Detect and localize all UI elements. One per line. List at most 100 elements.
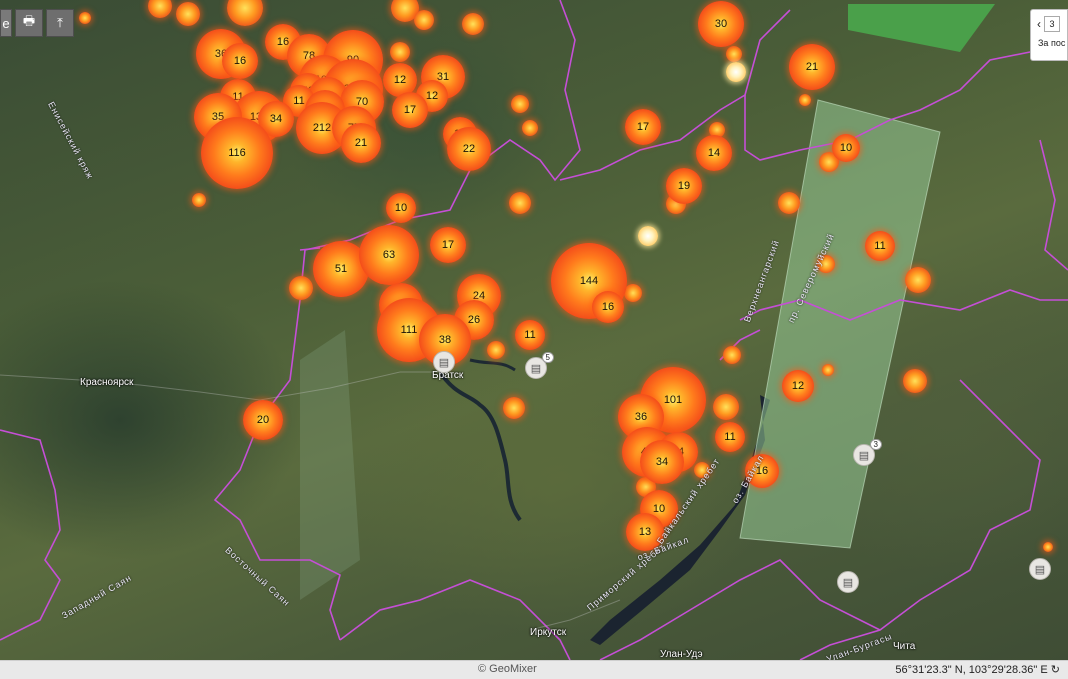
- fire-cluster[interactable]: 63: [359, 225, 419, 285]
- fire-cluster[interactable]: 12: [782, 370, 814, 402]
- fire-cluster[interactable]: 21: [789, 44, 835, 90]
- fire-hotspot[interactable]: [822, 364, 834, 376]
- fire-cluster[interactable]: 10: [832, 134, 860, 162]
- fire-cluster-count: 14: [707, 147, 721, 159]
- fire-cluster-count: 26: [467, 314, 481, 326]
- fire-cluster-count: 38: [438, 334, 452, 346]
- refresh-icon[interactable]: ↻: [1051, 664, 1060, 676]
- share-button[interactable]: ⤒: [46, 9, 74, 37]
- fire-cluster[interactable]: 14: [696, 135, 732, 171]
- fire-cluster[interactable]: 34: [640, 440, 684, 484]
- river-segment: [469, 358, 516, 372]
- fire-cluster-count: 17: [403, 104, 417, 116]
- doc-marker-3[interactable]: ▤ 3: [853, 439, 882, 466]
- cut-button[interactable]: e: [0, 9, 12, 37]
- fire-cluster-count: 12: [393, 74, 407, 86]
- city-label: Чита: [893, 641, 916, 652]
- fire-hotspot[interactable]: [713, 394, 739, 420]
- fire-cluster[interactable]: 19: [666, 168, 702, 204]
- copyright-text: © GeoMixer: [478, 663, 537, 675]
- fire-hotspot[interactable]: [487, 341, 505, 359]
- fire-cluster-count: 11: [524, 329, 536, 341]
- fire-cluster-count: 12: [791, 380, 805, 392]
- fire-hotspot[interactable]: [511, 95, 529, 113]
- fire-hotspot[interactable]: [289, 276, 313, 300]
- fire-cluster[interactable]: 22: [447, 127, 491, 171]
- fire-cluster-count: 36: [634, 411, 648, 423]
- fire-hotspot[interactable]: [903, 369, 927, 393]
- fire-hotspot[interactable]: [503, 397, 525, 419]
- fire-hotspot[interactable]: [390, 42, 410, 62]
- fire-hotspot[interactable]: [799, 94, 811, 106]
- fire-hotspot[interactable]: [1043, 542, 1053, 552]
- fire-cluster-count: 10: [652, 503, 666, 515]
- fire-cluster-count: 12: [425, 90, 439, 102]
- document-icon: ▤: [842, 576, 854, 589]
- fire-cluster[interactable]: 17: [625, 109, 661, 145]
- fire-hotspot[interactable]: [778, 192, 800, 214]
- fire-hotspot[interactable]: [176, 2, 200, 26]
- fire-cluster-count: 22: [462, 143, 476, 155]
- timeline-value[interactable]: 3: [1044, 16, 1060, 32]
- fire-hotspot[interactable]: [522, 120, 538, 136]
- fire-cluster-count: 11: [874, 240, 886, 252]
- fire-cluster[interactable]: 10: [386, 193, 416, 223]
- fire-hotspot[interactable]: [192, 193, 206, 207]
- fire-cluster-count: 20: [256, 414, 270, 426]
- timeline-panel[interactable]: ‹ 3 За пос: [1030, 9, 1068, 61]
- doc-marker-east[interactable]: ▤: [1029, 558, 1051, 580]
- fire-cluster-count: 10: [394, 202, 408, 214]
- print-icon: 🖶: [22, 13, 36, 28]
- fire-cluster-count: 34: [655, 456, 669, 468]
- print-button[interactable]: 🖶: [15, 9, 43, 37]
- fire-cluster[interactable]: 30: [698, 1, 744, 47]
- doc-marker-5[interactable]: ▤ 5: [525, 352, 554, 379]
- fire-cluster-count: 11: [724, 431, 736, 443]
- fire-cluster[interactable]: 16: [592, 291, 624, 323]
- fire-cluster[interactable]: 17: [430, 227, 466, 263]
- fire-hotspot[interactable]: [509, 192, 531, 214]
- document-icon: ▤: [530, 362, 542, 375]
- fire-cluster-count: 16: [601, 301, 615, 313]
- doc-marker-bratsk[interactable]: ▤: [433, 351, 455, 373]
- fire-cluster-count: 101: [663, 394, 683, 406]
- fire-cluster-count: 116: [228, 147, 246, 159]
- fire-hotspot[interactable]: [624, 284, 642, 302]
- cut-icon: e: [2, 15, 10, 31]
- fire-hotspot[interactable]: [905, 267, 931, 293]
- fire-cluster-count: 111: [400, 324, 418, 336]
- document-icon: ▤: [858, 449, 870, 462]
- fire-hotspot[interactable]: [414, 10, 434, 30]
- fire-cluster-count: 34: [269, 113, 283, 125]
- satellite-map[interactable]: 3616167890123112171023664286701111121135…: [0, 0, 1068, 660]
- fire-cluster[interactable]: 20: [243, 400, 283, 440]
- chevron-left-icon[interactable]: ‹: [1037, 17, 1041, 31]
- fire-cluster[interactable]: 11: [865, 231, 895, 261]
- fire-cluster[interactable]: 16: [222, 43, 258, 79]
- doc-marker-south[interactable]: ▤: [837, 571, 859, 593]
- green-overlay: [848, 4, 995, 52]
- map-toolbar: e 🖶 ⤒: [0, 9, 74, 37]
- fire-cluster-count: 212: [312, 122, 332, 134]
- fire-cluster[interactable]: 21: [341, 123, 381, 163]
- document-icon: ▤: [1034, 563, 1046, 576]
- fire-point-pale[interactable]: [726, 62, 746, 82]
- fire-cluster[interactable]: 17: [392, 92, 428, 128]
- fire-cluster[interactable]: 11: [515, 320, 545, 350]
- fire-cluster-count: 10: [839, 142, 853, 154]
- fire-hotspot[interactable]: [79, 12, 91, 24]
- fire-point-pale[interactable]: [638, 226, 658, 246]
- fire-hotspot[interactable]: [462, 13, 484, 35]
- fire-hotspot[interactable]: [726, 46, 742, 62]
- fire-cluster[interactable]: 11: [715, 422, 745, 452]
- city-label: Улан-Удэ: [660, 649, 703, 660]
- doc-count-badge: 3: [869, 439, 882, 450]
- fire-cluster-count: 17: [636, 121, 650, 133]
- city-label: Иркутск: [530, 627, 567, 638]
- fire-cluster-count: 17: [441, 239, 455, 251]
- document-icon: ▤: [438, 356, 450, 369]
- fire-hotspot[interactable]: [723, 346, 741, 364]
- fire-cluster-count: 21: [805, 61, 819, 73]
- fire-cluster[interactable]: 116: [201, 117, 273, 189]
- doc-count-badge: 5: [541, 352, 554, 363]
